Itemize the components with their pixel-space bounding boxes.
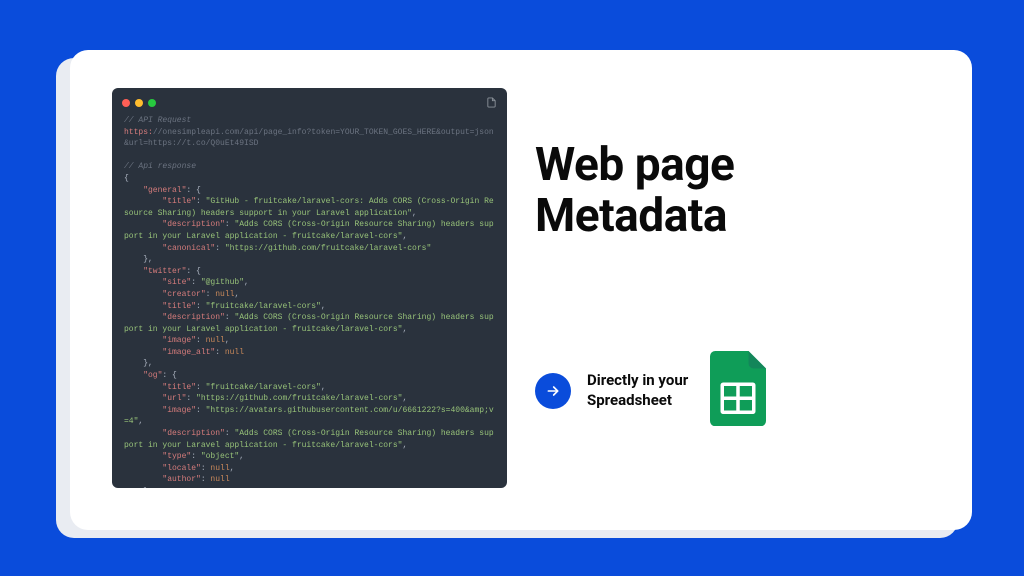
code-url-scheme: https: [124, 128, 153, 137]
google-sheets-icon [710, 351, 766, 430]
code-terminal: // API Request https://onesimpleapi.com/… [112, 88, 507, 488]
copy-icon[interactable] [486, 96, 497, 109]
subtitle-line: Spreadsheet [587, 391, 672, 409]
page-title: Web page Metadata [535, 140, 930, 241]
feature-card: // API Request https://onesimpleapi.com/… [70, 50, 972, 530]
minimize-icon [135, 99, 143, 107]
code-comment: // Api response [124, 162, 196, 171]
content-right: Web page Metadata Directly in your Sprea… [535, 88, 930, 492]
terminal-body: // API Request https://onesimpleapi.com/… [112, 113, 507, 488]
maximize-icon [148, 99, 156, 107]
subtitle-row: Directly in your Spreadsheet [535, 351, 930, 430]
code-json: { "general": { "title": "GitHub - fruitc… [124, 174, 494, 488]
code-comment: // API Request [124, 116, 191, 125]
code-url: //onesimpleapi.com/api/page_info?token=Y… [124, 128, 494, 149]
subtitle-text: Directly in your Spreadsheet [587, 371, 688, 410]
subtitle-line: Directly in your [587, 371, 688, 389]
terminal-titlebar [112, 88, 507, 113]
close-icon [122, 99, 130, 107]
title-line: Metadata [535, 189, 727, 243]
arrow-right-icon [535, 373, 571, 409]
title-line: Web page [535, 138, 734, 192]
